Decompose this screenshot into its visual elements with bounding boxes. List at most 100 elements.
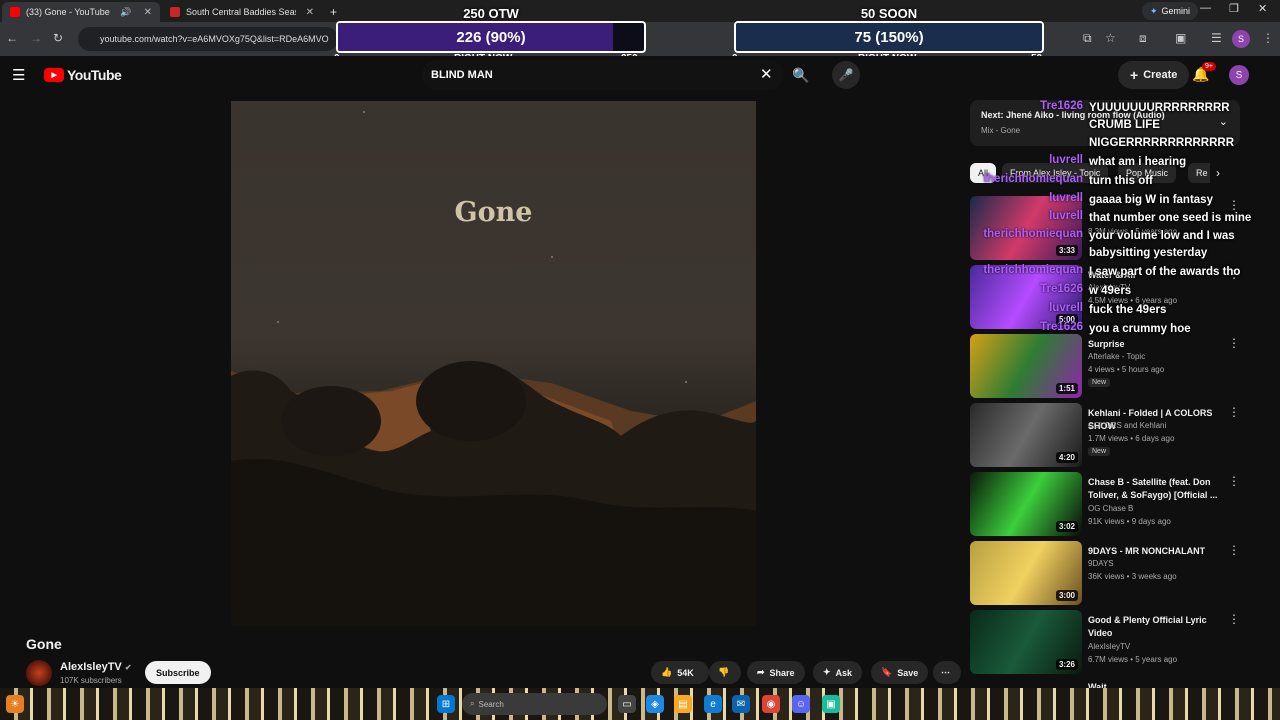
- gemini-label: Gemini: [1161, 6, 1190, 16]
- search-button[interactable]: 🔍: [786, 60, 816, 90]
- rec-channel[interactable]: 9DAYS: [1088, 559, 1114, 568]
- chrome-icon[interactable]: ◉: [762, 695, 780, 713]
- ask-button[interactable]: ✦ Ask: [813, 661, 863, 684]
- youtube-logo[interactable]: ▶ YouTube: [44, 67, 122, 83]
- rec-channel[interactable]: OG Chase B: [1088, 504, 1133, 513]
- subscriber-count: 107K subscribers: [60, 676, 122, 685]
- more-actions-button[interactable]: ⋯: [933, 661, 961, 684]
- rec-channel[interactable]: COLORS and Kehlani: [1088, 421, 1166, 430]
- share-button[interactable]: ➦ Share: [747, 661, 805, 684]
- minimize-icon[interactable]: —: [1200, 2, 1211, 14]
- chat-text: w 49ers: [1089, 285, 1132, 297]
- recommendation-item[interactable]: 3:00 9DAYS - MR NONCHALANT 9DAYS 36K vie…: [970, 541, 1260, 605]
- outlook-icon[interactable]: ✉: [732, 695, 750, 713]
- like-button[interactable]: 👍 54K: [651, 661, 709, 684]
- ask-label: Ask: [835, 667, 853, 678]
- extensions-icon[interactable]: ⧈: [1139, 31, 1147, 46]
- more-vert-icon[interactable]: ⋮: [1228, 405, 1240, 419]
- task-view-icon[interactable]: ▭: [618, 695, 636, 713]
- media-icon[interactable]: ☰: [1211, 31, 1222, 45]
- rec-title[interactable]: 9DAYS - MR NONCHALANT: [1088, 545, 1218, 558]
- like-count: 54K: [677, 667, 694, 678]
- more-vert-icon[interactable]: ⋮: [1228, 543, 1240, 557]
- copilot-icon[interactable]: ◈: [646, 695, 664, 713]
- recommendation-item[interactable]: 1:51 Surprise Afterlake - Topic 4 views …: [970, 334, 1260, 398]
- share-icon: ➦: [757, 667, 765, 677]
- chat-text: NIGGERRRRRRRRRRRRR: [1089, 137, 1235, 149]
- subscribe-button[interactable]: Subscribe: [145, 661, 211, 684]
- video-player[interactable]: Gone: [231, 101, 756, 626]
- video-thumbnail[interactable]: 3:02: [970, 472, 1082, 536]
- create-button[interactable]: + Create: [1118, 61, 1190, 89]
- save-button[interactable]: 🔖 Save: [871, 661, 929, 684]
- search-value: BLIND MAN: [431, 69, 493, 81]
- rec-title[interactable]: Chase B - Satellite (feat. Don Toliver, …: [1088, 476, 1218, 502]
- chat-username: luvrell: [1049, 192, 1083, 204]
- chat-username: therichhomiequan: [983, 173, 1083, 185]
- new-badge: New: [1088, 378, 1111, 387]
- rec-meta: 91K views • 9 days ago: [1088, 517, 1171, 526]
- search-input[interactable]: BLIND MAN: [422, 60, 784, 90]
- rec-meta: 36K views • 3 weeks ago: [1088, 572, 1177, 581]
- sidepanel-icon[interactable]: ▣: [1175, 31, 1186, 45]
- recommendation-item[interactable]: 3:26 Good & Plenty Official Lyric Video …: [970, 610, 1260, 674]
- restore-icon[interactable]: ❐: [1229, 2, 1239, 15]
- chat-text: fuck the 49ers: [1089, 304, 1167, 316]
- windows-start-icon[interactable]: ⊞: [437, 695, 455, 713]
- app-icon[interactable]: ▣: [822, 695, 840, 713]
- menu-icon[interactable]: ☰: [12, 66, 25, 84]
- rec-channel[interactable]: AlexIsleyTV: [1088, 642, 1130, 651]
- gemini-button[interactable]: ✦ Gemini: [1141, 2, 1198, 20]
- clear-search-icon[interactable]: ✕: [760, 65, 773, 83]
- bookmark-star-icon[interactable]: ☆: [1105, 31, 1116, 45]
- close-tab-icon[interactable]: ✕: [144, 7, 152, 18]
- forward-icon[interactable]: →: [30, 31, 42, 45]
- video-thumbnail[interactable]: 3:26: [970, 610, 1082, 674]
- rec-channel[interactable]: Afterlake - Topic: [1088, 352, 1145, 361]
- youtube-favicon-icon: [10, 7, 20, 17]
- chat-username: Tre1626: [1040, 283, 1083, 295]
- chat-text: YUUUUUUURRRRRRRRR CRUMB LIFE: [1089, 102, 1230, 131]
- taskbar-search[interactable]: ⌕ Search: [462, 693, 607, 715]
- file-explorer-icon[interactable]: ▤: [674, 695, 692, 713]
- tab-label: (33) Gone - YouTube: [26, 7, 110, 17]
- browser-tab-baddies[interactable]: South Central Baddies Season ✕: [162, 2, 322, 22]
- voice-search-button[interactable]: 🎤: [832, 61, 860, 89]
- recommendation-item[interactable]: 3:02 Chase B - Satellite (feat. Don Toli…: [970, 472, 1260, 536]
- new-badge: New: [1088, 447, 1111, 456]
- recommendation-item[interactable]: 4:20 Kehlani - Folded | A COLORS SHOW CO…: [970, 403, 1260, 467]
- windows-taskbar: ☀ ⊞ ⌕ Search ▭ ◈ ▤ e ✉ ◉ ☺ ▣: [0, 688, 1280, 720]
- more-vert-icon[interactable]: ⋮: [1228, 612, 1240, 626]
- close-window-icon[interactable]: ✕: [1258, 2, 1267, 15]
- reload-icon[interactable]: ↻: [53, 31, 63, 45]
- discord-icon[interactable]: ☺: [792, 695, 810, 713]
- channel-avatar[interactable]: [26, 660, 52, 686]
- video-thumbnail[interactable]: 3:00: [970, 541, 1082, 605]
- account-avatar[interactable]: S: [1229, 65, 1249, 85]
- browser-tab-youtube[interactable]: (33) Gone - YouTube 🔊 ✕: [2, 2, 160, 22]
- goal-bar: 75 (150%): [734, 21, 1044, 53]
- duration-badge: 3:02: [1055, 521, 1078, 532]
- channel-name[interactable]: AlexIsleyTV ✔: [60, 661, 132, 673]
- video-title: Gone: [26, 636, 62, 652]
- browser-profile-avatar[interactable]: S: [1232, 30, 1250, 48]
- weather-icon[interactable]: ☀: [6, 695, 24, 713]
- goal-value: 75 (150%): [854, 28, 924, 46]
- share-label: Share: [769, 667, 795, 678]
- address-bar[interactable]: youtube.com/watch?v=eA6MVOXg75Q&list=RDe…: [78, 27, 338, 51]
- video-thumbnail[interactable]: 4:20: [970, 403, 1082, 467]
- more-vert-icon[interactable]: ⋮: [1228, 474, 1240, 488]
- edge-icon[interactable]: e: [704, 695, 722, 713]
- chat-username: luvrell: [1049, 302, 1083, 314]
- cast-icon[interactable]: ⧉: [1083, 31, 1092, 46]
- rec-title[interactable]: Good & Plenty Official Lyric Video: [1088, 614, 1218, 640]
- close-tab-icon[interactable]: ✕: [306, 7, 314, 18]
- back-icon[interactable]: ←: [6, 31, 18, 45]
- chat-username: therichhomiequan: [983, 264, 1083, 276]
- dislike-button[interactable]: 👎: [709, 661, 741, 684]
- chat-text: that number one seed is mine: [1089, 212, 1252, 224]
- chat-text: gaaaa big W in fantasy: [1089, 194, 1213, 206]
- browser-menu-icon[interactable]: ⋮: [1262, 31, 1274, 45]
- chat-username: Tre1626: [1040, 100, 1083, 112]
- video-thumbnail[interactable]: 1:51: [970, 334, 1082, 398]
